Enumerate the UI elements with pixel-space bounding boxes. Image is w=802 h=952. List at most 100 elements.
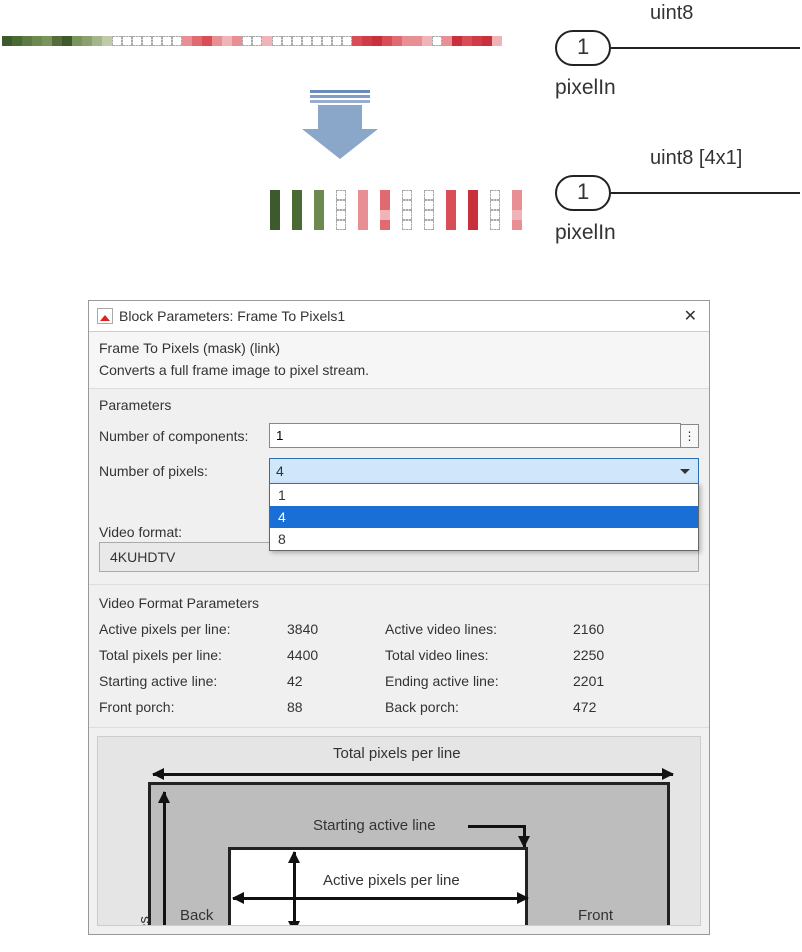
num-pixels-dropdown[interactable]: 4 [269,458,699,484]
pixel-cell [142,36,152,46]
total-pixels-value: 4400 [287,647,377,663]
pixel-cell [270,190,280,200]
pixel-grid [468,190,478,230]
pixel-cell [402,210,412,220]
pixel-cell [446,220,456,230]
pixel-cell [424,200,434,210]
pixel-cell [424,210,434,220]
pixel-cell [192,36,202,46]
pixel-cell [512,210,522,220]
active-lines-value: 2160 [573,621,663,637]
total-lines-value: 2250 [573,647,663,663]
pixel-cell [422,36,432,46]
num-components-input[interactable] [269,423,681,448]
end-line-value: 2201 [573,673,663,689]
port-block-2: 1 pixelIn uint8 [4x1] [555,175,800,211]
dropdown-option[interactable]: 1 [270,484,698,506]
dropdown-option[interactable]: 8 [270,528,698,550]
pixel-cell [490,200,500,210]
pixel-cell [292,36,302,46]
pixel-cell [402,200,412,210]
pixel-cell [412,36,422,46]
pixel-cell [72,36,82,46]
pixel-cell [222,36,232,46]
pixel-cell [282,36,292,46]
port-shape: 1 [555,30,611,66]
pixel-cell [362,36,372,46]
arrow-vertical-side [163,792,166,926]
active-pixels-label: Active pixels per line: [99,621,279,637]
pixel-cell [302,36,312,46]
pixel-cell [490,220,500,230]
pixel-cell [32,36,42,46]
pixel-strip [2,36,502,46]
close-button[interactable]: ✕ [680,306,701,326]
pixel-cell [332,36,342,46]
pixel-cell [468,190,478,200]
pixel-grid [446,190,456,230]
pixel-cell [270,200,280,210]
start-line-value: 42 [287,673,377,689]
arrow-vertical-inner [293,852,296,926]
diagram-front-label: Front [578,907,613,924]
dialog-titlebar: Block Parameters: Frame To Pixels1 ✕ [89,301,709,332]
pixel-cell [424,220,434,230]
video-format-label: Video format: [99,524,269,540]
block-parameters-dialog: Block Parameters: Frame To Pixels1 ✕ Fra… [88,300,710,935]
pixel-cell [446,190,456,200]
pixel-cell [336,210,346,220]
pixel-cell [442,36,452,46]
pixel-grid [314,190,324,230]
pixel-cell [252,36,262,46]
pixel-cell [462,36,472,46]
pixel-cell [380,200,390,210]
pixel-cell [182,36,192,46]
pixel-grid [270,190,280,230]
dropdown-option[interactable]: 4 [270,506,698,528]
pixel-cell [402,220,412,230]
format-diagram: Total pixels per line Starting active li… [97,736,701,926]
pixel-grid [292,190,302,230]
mask-header: Frame To Pixels (mask) (link) [99,340,699,356]
pixel-cell [102,36,112,46]
illustration-area: 1 pixelIn uint8 1 pixelIn uint8 [4x1] [0,0,802,280]
pixel-cell [468,210,478,220]
port-block-1: 1 pixelIn uint8 [555,30,800,66]
pixel-cell [172,36,182,46]
pixel-cell [490,210,500,220]
pixel-cell [292,210,302,220]
pixel-cell [152,36,162,46]
video-format-parameters: Video Format Parameters Active pixels pe… [89,585,709,728]
pixel-grid [336,190,346,230]
pixel-cell [380,220,390,230]
pixel-cell [358,190,368,200]
pixel-cell [262,36,272,46]
pixel-cell [512,190,522,200]
pixel-cell [92,36,102,46]
pixel-cell [472,36,482,46]
end-line-label: Ending active line: [385,673,565,689]
parameters-header: Parameters [99,397,699,413]
pixel-cell [482,36,492,46]
pixel-cell [62,36,72,46]
pixel-cell [372,36,382,46]
pixel-cell [202,36,212,46]
pixel-cell [468,220,478,230]
total-pixels-label: Total pixels per line: [99,647,279,663]
pixel-cell [358,200,368,210]
back-porch-label: Back porch: [385,699,565,715]
pixel-grid [490,190,500,230]
pixel-cell [314,200,324,210]
num-pixels-dropdown-list[interactable]: 148 [269,483,699,551]
num-components-more-button[interactable]: ⋮ [681,424,699,448]
diagram-active-pixels-label: Active pixels per line [323,872,460,889]
pixel-grid [402,190,412,230]
param-row-num-pixels: Number of pixels: 4 148 [99,458,699,484]
param-row-num-components: Number of components: ⋮ [99,423,699,448]
pixel-cell [336,190,346,200]
pixel-cell [122,36,132,46]
pixel-cell [42,36,52,46]
pixel-cell [492,36,502,46]
pixel-cell [52,36,62,46]
pixel-cell [112,36,122,46]
